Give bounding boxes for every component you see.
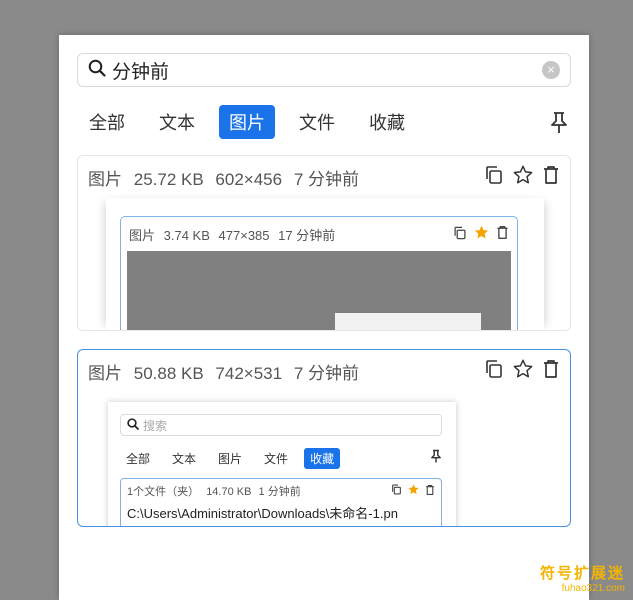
tab-all[interactable]: 全部: [79, 105, 135, 139]
copy-icon: [453, 226, 467, 243]
preview-item-dimensions: 477×385: [218, 227, 270, 243]
image-preview: 图片 3.74 KB 477×385 17 分钟前: [106, 198, 544, 330]
search-icon: [127, 417, 139, 433]
item-size: 50.88 KB: [133, 363, 204, 383]
clipboard-item[interactable]: 图片 25.72 KB 602×456 7 分钟前 图片 3.74 KB 477…: [77, 155, 571, 331]
tab-favorites[interactable]: 收藏: [359, 105, 415, 139]
clear-search-icon[interactable]: ×: [542, 61, 560, 79]
image-preview: 搜索 全部 文本 图片 文件 收藏 1个文件（夹） 14.70 KB 1 分钟前: [108, 402, 456, 526]
clipboard-item-selected[interactable]: 图片 50.88 KB 742×531 7 分钟前 搜索 全部 文本 图片 文件…: [77, 349, 571, 527]
item-size: 25.72 KB: [133, 169, 204, 189]
preview-tab-files: 文件: [264, 451, 289, 466]
delete-icon: [425, 484, 435, 499]
star-icon[interactable]: [512, 164, 534, 191]
search-input[interactable]: 分钟前: [112, 57, 542, 84]
pin-icon: [430, 449, 442, 467]
delete-icon: [496, 225, 509, 243]
star-icon[interactable]: [512, 358, 534, 385]
pin-icon[interactable]: [549, 111, 569, 140]
preview-tab-text: 文本: [172, 451, 197, 466]
copy-icon[interactable]: [484, 165, 504, 190]
tab-text[interactable]: 文本: [149, 105, 205, 139]
preview-tab-favorites: 收藏: [304, 447, 341, 469]
preview-tab-images: 图片: [218, 451, 243, 466]
preview-item-type: 图片: [129, 227, 156, 243]
watermark-url: fuhao321.com: [561, 583, 625, 594]
preview-inner-card: 图片 3.74 KB 477×385 17 分钟前: [120, 216, 518, 330]
item-type: 图片: [88, 169, 122, 189]
preview-item-time: 1 分钟前: [258, 486, 301, 498]
search-icon: [88, 59, 106, 82]
item-header: 图片 50.88 KB 742×531 7 分钟前: [78, 350, 570, 392]
tab-images[interactable]: 图片: [219, 105, 275, 139]
tab-files[interactable]: 文件: [289, 105, 345, 139]
star-filled-icon: [473, 224, 490, 244]
preview-item-size: 14.70 KB: [206, 486, 252, 498]
item-header: 图片 25.72 KB 602×456 7 分钟前: [78, 156, 570, 198]
copy-icon: [391, 484, 402, 498]
item-dimensions: 602×456: [215, 169, 283, 189]
delete-icon[interactable]: [542, 165, 560, 190]
preview-context-menu: [335, 313, 481, 330]
site-watermark: 符号扩展迷 fuhao321.com: [540, 562, 625, 594]
preview-search-placeholder: 搜索: [143, 418, 168, 433]
category-tabs: 全部 文本 图片 文件 收藏: [79, 105, 571, 139]
clipboard-panel: 分钟前 × 全部 文本 图片 文件 收藏 图片 25.72 KB 602×456…: [59, 35, 589, 600]
search-bar[interactable]: 分钟前 ×: [77, 53, 571, 87]
star-filled-icon: [407, 483, 420, 499]
item-dimensions: 742×531: [215, 363, 283, 383]
preview-item-time: 17 分钟前: [278, 227, 336, 243]
preview-search-bar: 搜索: [120, 414, 442, 436]
item-time: 7 分钟前: [293, 363, 359, 383]
delete-icon[interactable]: [542, 359, 560, 384]
preview-tab-all: 全部: [126, 451, 151, 466]
copy-icon[interactable]: [484, 359, 504, 384]
watermark-title: 符号扩展迷: [539, 565, 625, 582]
preview-image-area: [127, 251, 511, 330]
item-time: 7 分钟前: [293, 169, 359, 189]
preview-item-type: 1个文件（夹）: [127, 486, 200, 498]
preview-tabs: 全部 文本 图片 文件 收藏: [120, 447, 442, 469]
item-type: 图片: [88, 363, 122, 383]
preview-file-path: C:\Users\Administrator\Downloads\未命名-1.p…: [127, 506, 398, 521]
preview-item-size: 3.74 KB: [163, 227, 210, 243]
preview-item-card: 1个文件（夹） 14.70 KB 1 分钟前 C:\Users\Administ…: [120, 478, 442, 526]
